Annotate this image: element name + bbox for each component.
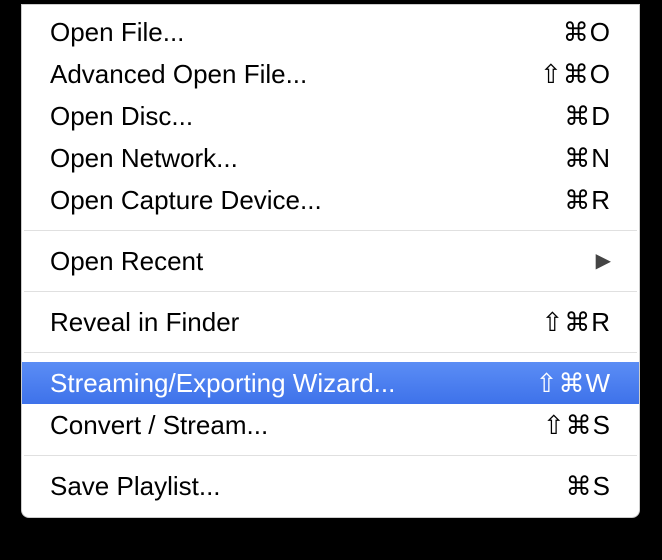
menu-item-label: Open File...	[50, 15, 563, 49]
menu-item[interactable]: Save Playlist...⌘S	[22, 465, 639, 507]
menu-item-label: Streaming/Exporting Wizard...	[50, 366, 536, 400]
menu-item-label: Save Playlist...	[50, 469, 566, 503]
menu-item[interactable]: Streaming/Exporting Wizard...⇧⌘W	[22, 362, 639, 404]
menu-item[interactable]: Convert / Stream...⇧⌘S	[22, 404, 639, 446]
menu-item[interactable]: Open File...⌘O	[22, 11, 639, 53]
menu-item-label: Reveal in Finder	[50, 305, 541, 339]
menu-item-shortcut: ⇧⌘O	[540, 57, 611, 91]
menu-item-label: Convert / Stream...	[50, 408, 543, 442]
menu-item-shortcut: ⇧⌘W	[536, 366, 611, 400]
menu-item-label: Advanced Open File...	[50, 57, 540, 91]
menu-item[interactable]: Advanced Open File...⇧⌘O	[22, 53, 639, 95]
menu-item-shortcut: ⌘S	[566, 469, 611, 503]
menu-item-label: Open Capture Device...	[50, 183, 564, 217]
menu-item-shortcut: ⌘R	[564, 183, 611, 217]
menu-separator	[24, 230, 637, 231]
menu-separator	[24, 291, 637, 292]
submenu-arrow-icon: ▶	[596, 244, 611, 278]
menu-separator	[24, 455, 637, 456]
menu-item[interactable]: Open Network...⌘N	[22, 137, 639, 179]
menu-item[interactable]: Open Recent▶	[22, 240, 639, 282]
menu-item-shortcut: ⌘N	[564, 141, 611, 175]
menu-item-label: Open Network...	[50, 141, 564, 175]
menu-item[interactable]: Open Capture Device...⌘R	[22, 179, 639, 221]
menu-item-label: Open Disc...	[50, 99, 564, 133]
menu-item[interactable]: Reveal in Finder⇧⌘R	[22, 301, 639, 343]
menu-item-shortcut: ⌘O	[563, 15, 611, 49]
menu-item[interactable]: Open Disc...⌘D	[22, 95, 639, 137]
menu-item-shortcut: ⇧⌘S	[543, 408, 611, 442]
menu-item-shortcut: ⌘D	[564, 99, 611, 133]
menu-item-shortcut: ⇧⌘R	[541, 305, 611, 339]
menu-separator	[24, 352, 637, 353]
menu-item-label: Open Recent	[50, 244, 588, 278]
dropdown-menu: Open File...⌘OAdvanced Open File...⇧⌘OOp…	[21, 4, 640, 518]
